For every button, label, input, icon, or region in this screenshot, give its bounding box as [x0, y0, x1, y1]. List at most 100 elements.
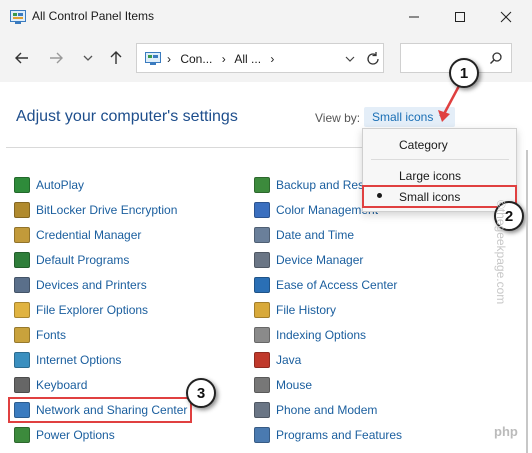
control-panel-item[interactable]: Phone and Modem	[254, 397, 402, 422]
highlight-network-sharing	[8, 397, 192, 423]
arrow-right-icon	[50, 52, 63, 64]
default-programs-icon	[14, 251, 30, 268]
fonts-icon	[14, 326, 30, 343]
control-panel-item-label[interactable]: Phone and Modem	[276, 403, 377, 417]
control-panel-item[interactable]: Fonts	[14, 322, 187, 347]
control-panel-item[interactable]: BitLocker Drive Encryption	[14, 197, 187, 222]
control-panel-item-label[interactable]: Credential Manager	[36, 228, 141, 242]
breadcrumb-control-panel[interactable]: Con...	[180, 52, 212, 66]
keyboard-icon	[14, 376, 30, 393]
control-panel-item[interactable]: Devices and Printers	[14, 272, 187, 297]
callout-1: 1	[449, 58, 479, 88]
menu-separator	[371, 159, 509, 160]
control-panel-item-label[interactable]: AutoPlay	[36, 178, 84, 192]
control-panel-item-label[interactable]: Ease of Access Center	[276, 278, 397, 292]
java-icon	[254, 351, 270, 368]
ease-of-access-icon	[254, 276, 270, 293]
control-panel-item-label[interactable]: Date and Time	[276, 228, 354, 242]
devices-printers-icon	[14, 276, 30, 293]
control-panel-item-label[interactable]: File Explorer Options	[36, 303, 148, 317]
autoplay-icon	[14, 176, 30, 193]
up-button[interactable]	[104, 46, 128, 70]
folder-icon	[14, 301, 30, 318]
power-options-icon	[14, 426, 30, 443]
back-button[interactable]	[10, 46, 34, 70]
title-bar: All Control Panel Items	[0, 0, 532, 34]
forward-button[interactable]	[44, 46, 68, 70]
scrollbar[interactable]	[524, 150, 530, 453]
date-time-icon	[254, 226, 270, 243]
control-panel-icon	[145, 52, 161, 65]
control-panel-item-label[interactable]: Backup and Rest	[276, 178, 367, 192]
watermark: ©thegeekpage.com	[494, 200, 508, 305]
control-panel-item[interactable]: Default Programs	[14, 247, 187, 272]
control-panel-item[interactable]: Mouse	[254, 372, 402, 397]
recent-locations-button[interactable]	[76, 46, 100, 70]
file-history-icon	[254, 301, 270, 318]
breadcrumb-all-items[interactable]: All ...	[234, 52, 261, 66]
maximize-button[interactable]	[438, 0, 482, 34]
breadcrumb-separator: ›	[270, 52, 275, 66]
control-panel-item[interactable]: Device Manager	[254, 247, 402, 272]
backup-icon	[254, 176, 270, 193]
control-panel-icon	[10, 10, 26, 24]
arrow-up-icon	[110, 51, 122, 64]
control-panel-item[interactable]: AutoPlay	[14, 172, 187, 197]
control-panel-item-label[interactable]: Mouse	[276, 378, 312, 392]
control-panel-item-label[interactable]: Internet Options	[36, 353, 121, 367]
watermark-logo: php	[494, 424, 518, 439]
control-panel-item-label[interactable]: Keyboard	[36, 378, 87, 392]
search-icon	[490, 52, 502, 64]
address-bar[interactable]: › Con... › All ... ›	[136, 43, 384, 73]
control-panel-item[interactable]: Programs and Features	[254, 422, 402, 447]
page-title: Adjust your computer's settings	[16, 108, 238, 125]
breadcrumb-separator: ›	[221, 52, 226, 66]
programs-features-icon	[254, 426, 270, 443]
address-dropdown-icon[interactable]	[345, 54, 355, 64]
window-title: All Control Panel Items	[32, 9, 155, 23]
breadcrumb-separator: ›	[167, 52, 171, 66]
mouse-icon	[254, 376, 270, 393]
control-panel-item[interactable]: Power Options	[14, 422, 187, 447]
control-panel-item-label[interactable]: Java	[276, 353, 301, 367]
refresh-icon[interactable]	[365, 51, 381, 67]
control-panel-item[interactable]: Java	[254, 347, 402, 372]
control-panel-item-label[interactable]: Device Manager	[276, 253, 363, 267]
callout-3: 3	[186, 378, 216, 408]
control-panel-item[interactable]: File History	[254, 297, 402, 322]
minimize-icon	[409, 16, 419, 18]
control-panel-item-label[interactable]: Fonts	[36, 328, 66, 342]
internet-options-icon	[14, 351, 30, 368]
control-panel-item[interactable]: Credential Manager	[14, 222, 187, 247]
control-panel-item-label[interactable]: Indexing Options	[276, 328, 366, 342]
view-by-label: View by:	[315, 111, 361, 125]
control-panel-item[interactable]: Indexing Options	[254, 322, 402, 347]
close-icon	[500, 11, 512, 23]
control-panel-item[interactable]: Date and Time	[254, 222, 402, 247]
control-panel-item-label[interactable]: BitLocker Drive Encryption	[36, 203, 177, 217]
control-panel-item-label[interactable]: Programs and Features	[276, 428, 402, 442]
view-by-value: Small icons	[372, 110, 434, 124]
close-button[interactable]	[484, 0, 528, 34]
items-column-right: Backup and Rest Color Management Date and …	[254, 172, 402, 447]
menu-item-large-icons[interactable]: Large icons	[399, 169, 461, 183]
control-panel-item-label[interactable]: Power Options	[36, 428, 115, 442]
minimize-button[interactable]	[392, 0, 436, 34]
arrow-left-icon	[15, 52, 28, 64]
bitlocker-icon	[14, 201, 30, 218]
control-panel-item[interactable]: File Explorer Options	[14, 297, 187, 322]
maximize-icon	[455, 12, 465, 22]
credential-manager-icon	[14, 226, 30, 243]
control-panel-item-label[interactable]: Default Programs	[36, 253, 129, 267]
phone-modem-icon	[254, 401, 270, 418]
device-manager-icon	[254, 251, 270, 268]
control-panel-item-label[interactable]: Devices and Printers	[36, 278, 147, 292]
chevron-down-icon	[83, 55, 93, 61]
control-panel-item[interactable]: Internet Options	[14, 347, 187, 372]
menu-item-category[interactable]: Category	[399, 138, 448, 152]
color-management-icon	[254, 201, 270, 218]
control-panel-item[interactable]: Ease of Access Center	[254, 272, 402, 297]
indexing-icon	[254, 326, 270, 343]
control-panel-item[interactable]: Keyboard	[14, 372, 187, 397]
control-panel-item-label[interactable]: File History	[276, 303, 336, 317]
